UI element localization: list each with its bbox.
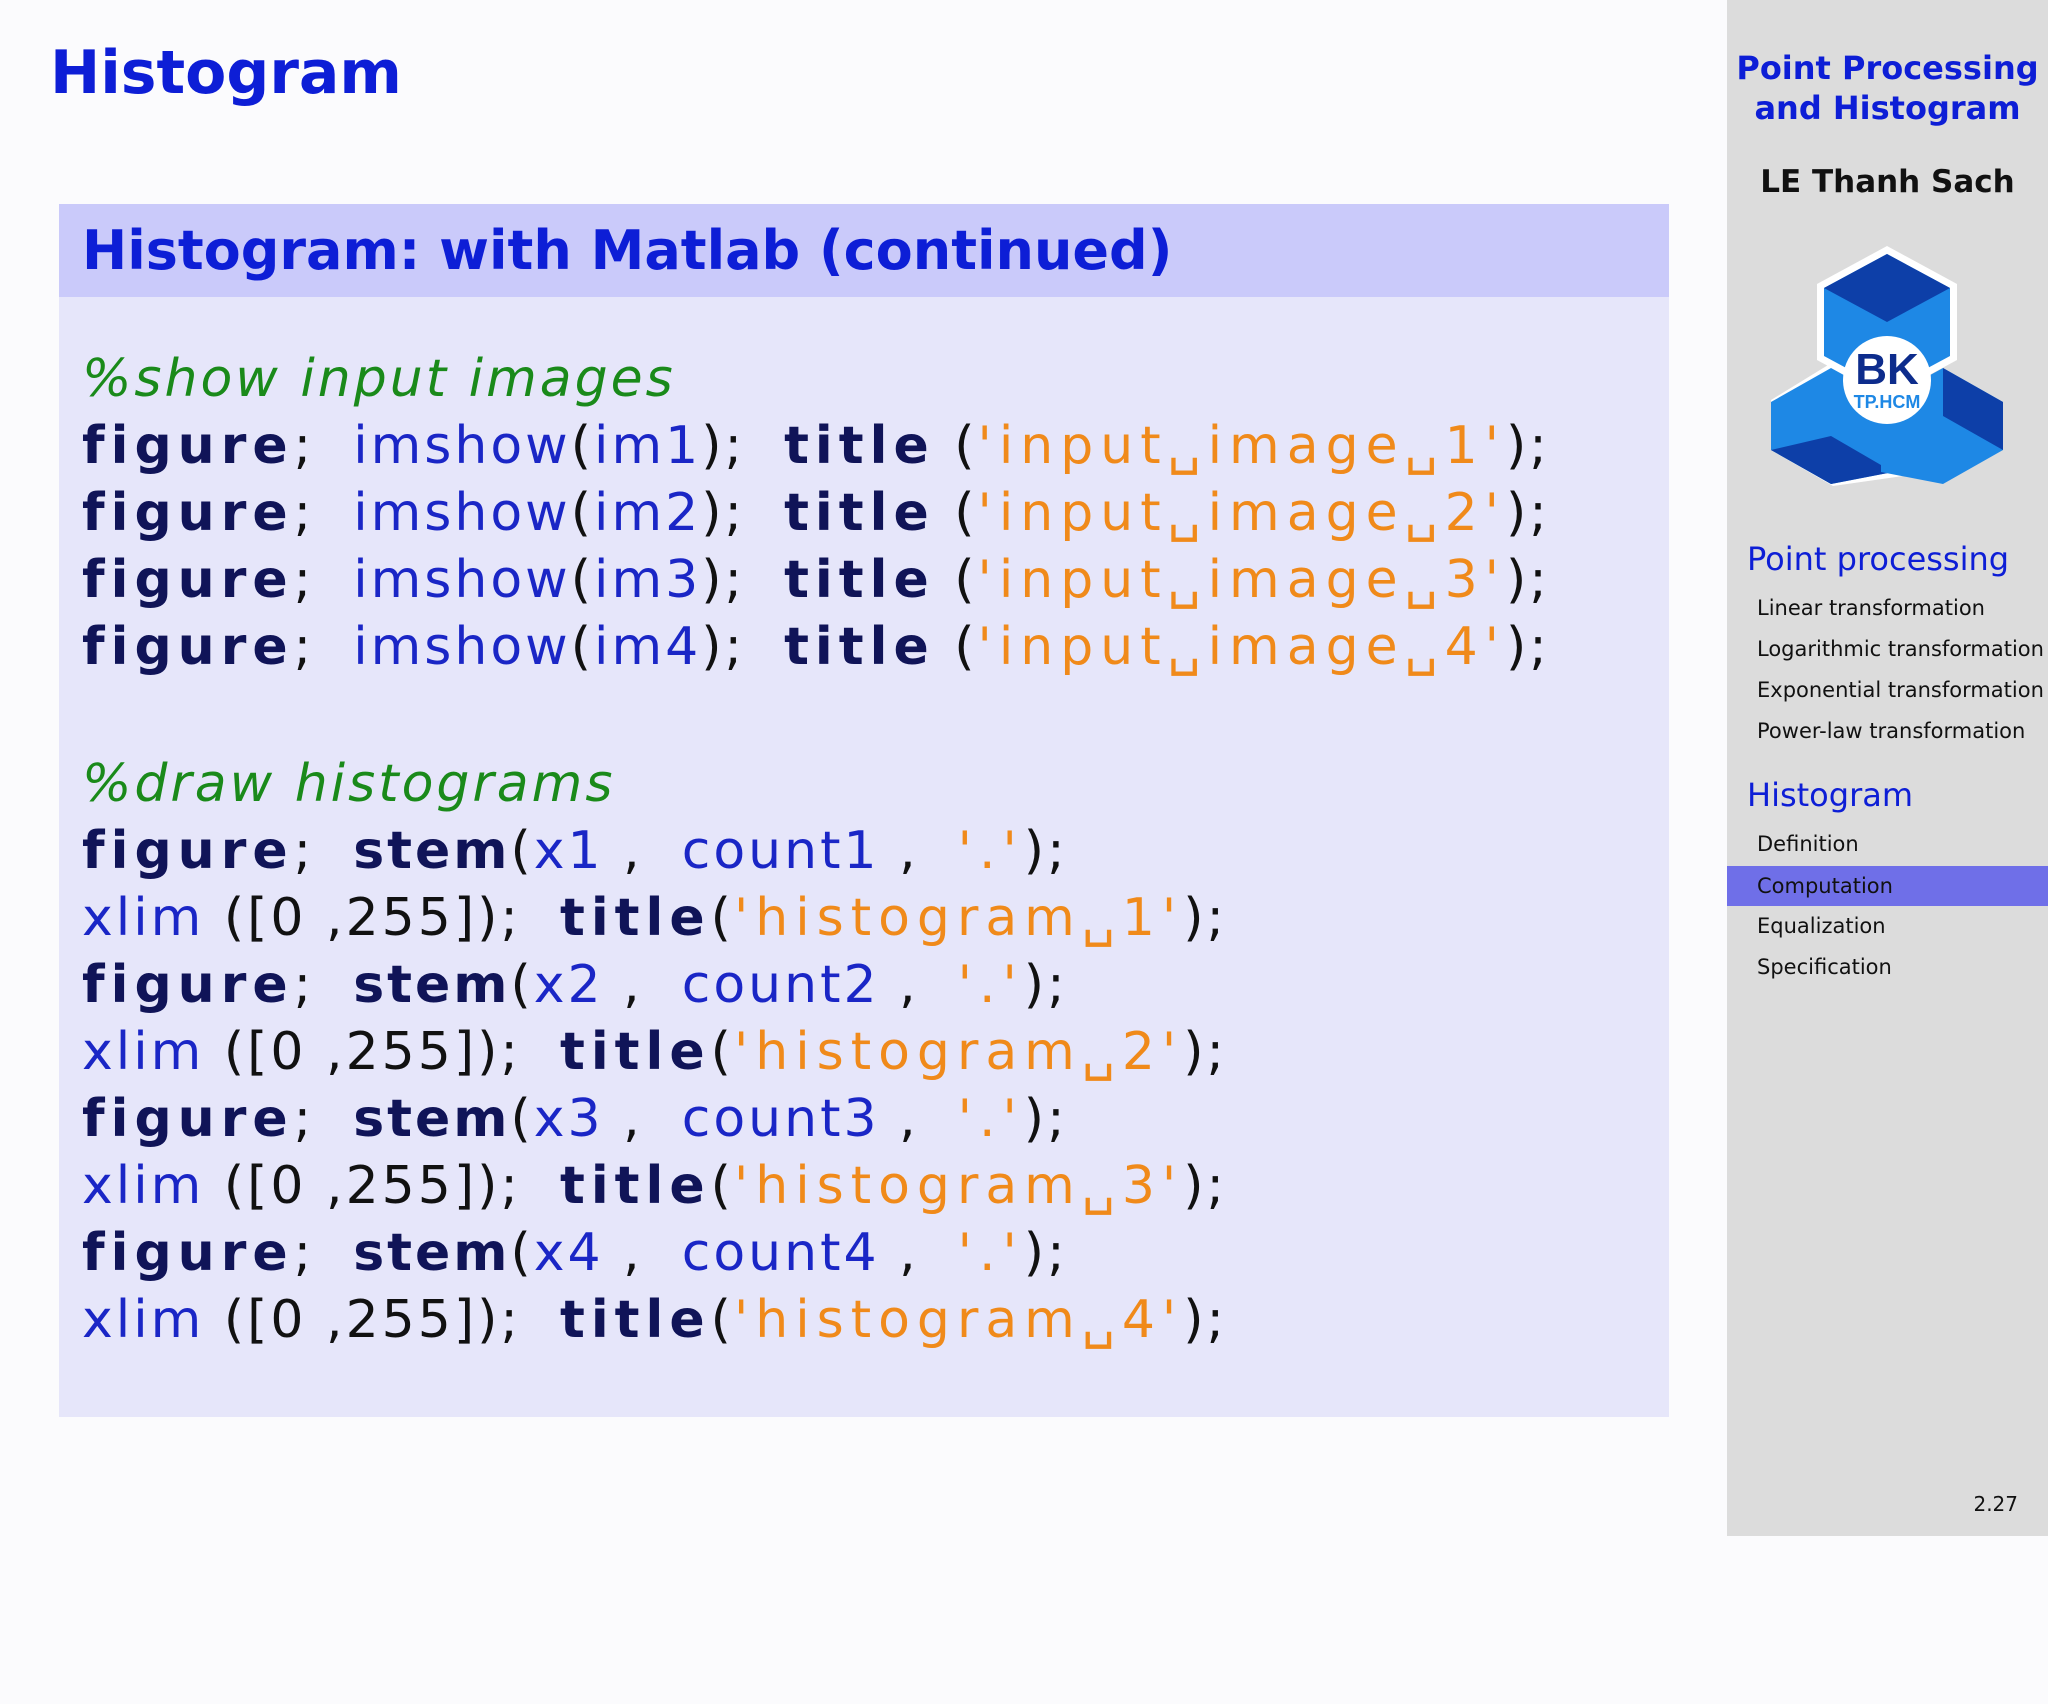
code-keyword: title [560, 1290, 711, 1350]
code-arg: x2 [533, 955, 604, 1015]
code-arg: x3 [533, 1089, 604, 1149]
code-function: imshow [353, 550, 571, 610]
sidebar-section-histogram[interactable]: Histogram [1747, 776, 1913, 814]
code-keyword: title [784, 416, 935, 476]
logo-text: BK [1855, 345, 1919, 394]
code-function: xlim [82, 1290, 205, 1350]
code-line: xlim ([0 ,255]); title('histogram␣1'); [82, 888, 1228, 948]
code-string: 'input␣image␣2' [977, 483, 1506, 543]
code-arg: count4 [681, 1223, 880, 1283]
code-keyword: figure [82, 617, 294, 677]
code-keyword: title [560, 1022, 711, 1082]
university-logo: BK TP.HCM [1771, 246, 2003, 486]
code-string: '.' [957, 1089, 1024, 1149]
code-keyword: figure [82, 550, 294, 610]
slide-title: Histogram [50, 38, 402, 108]
code-function: xlim [82, 1156, 205, 1216]
sidebar-title[interactable]: Point Processing and Histogram [1727, 48, 2048, 128]
code-keyword: figure [82, 821, 294, 881]
code-keyword: title [784, 550, 935, 610]
code-range: ([0 ,255]) [223, 888, 501, 948]
logo-subtext: TP.HCM [1854, 392, 1921, 412]
code-string: 'input␣image␣4' [977, 617, 1506, 677]
code-arg: im1 [594, 416, 702, 476]
code-range: ([0 ,255]) [223, 1022, 501, 1082]
code-punct: ; [293, 617, 315, 677]
code-keyword: figure [82, 483, 294, 543]
code-string: 'histogram␣4' [733, 1290, 1184, 1350]
sidebar-title-line1: Point Processing [1736, 49, 2039, 87]
code-string: '.' [957, 821, 1024, 881]
code-arg: count2 [681, 955, 880, 1015]
code-line: figure; imshow(im3); title ('input␣image… [82, 550, 1550, 610]
code-keyword: stem [353, 955, 511, 1015]
code-string: 'histogram␣2' [733, 1022, 1184, 1082]
code-line: xlim ([0 ,255]); title('histogram␣3'); [82, 1156, 1228, 1216]
code-arg: im2 [594, 483, 702, 543]
code-keyword: stem [353, 1089, 511, 1149]
code-keyword: stem [353, 1223, 511, 1283]
code-punct: ; [293, 483, 315, 543]
code-string: 'histogram␣3' [733, 1156, 1184, 1216]
code-string: '.' [957, 955, 1024, 1015]
sidebar-title-line2: and Histogram [1754, 89, 2021, 127]
code-line: figure; imshow(im1); title ('input␣image… [82, 416, 1550, 476]
sidebar-item-equalization[interactable]: Equalization [1757, 914, 1886, 938]
code-function: imshow [353, 483, 571, 543]
code-punct: ; [293, 550, 315, 610]
sidebar-item-specification[interactable]: Specification [1757, 955, 1892, 979]
code-string: '.' [957, 1223, 1024, 1283]
code-function: imshow [353, 416, 571, 476]
page-number: 2.27 [1973, 1492, 2018, 1516]
code-keyword: figure [82, 1089, 294, 1149]
code-line: xlim ([0 ,255]); title('histogram␣2'); [82, 1022, 1228, 1082]
code-line: figure; stem(x1 , count1 , '.'); [82, 821, 1068, 881]
code-arg: count3 [681, 1089, 880, 1149]
sidebar-item-logarithmic[interactable]: Logarithmic transformation [1757, 637, 2044, 661]
code-keyword: stem [353, 821, 511, 881]
code-arg: im4 [594, 617, 702, 677]
code-listing: %show input images figure; imshow(im1); … [59, 204, 1547, 1704]
code-function: imshow [353, 617, 571, 677]
code-punct: ; [293, 416, 315, 476]
code-keyword: title [784, 617, 935, 677]
sidebar-item-exponential[interactable]: Exponential transformation [1757, 678, 2044, 702]
code-string: 'input␣image␣1' [977, 416, 1506, 476]
code-string: 'histogram␣1' [733, 888, 1184, 948]
code-keyword: figure [82, 416, 294, 476]
code-arg: x1 [533, 821, 604, 881]
code-line: xlim ([0 ,255]); title('histogram␣4'); [82, 1290, 1228, 1350]
sidebar-author: LE Thanh Sach [1760, 164, 2015, 200]
code-arg: x4 [533, 1223, 604, 1283]
code-line: figure; imshow(im4); title ('input␣image… [82, 617, 1550, 677]
code-keyword: figure [82, 1223, 294, 1283]
code-keyword: title [784, 483, 935, 543]
sidebar-item-definition[interactable]: Definition [1757, 832, 1859, 856]
sidebar-item-linear[interactable]: Linear transformation [1757, 596, 1985, 620]
code-comment-show: %show input images [82, 349, 676, 409]
code-keyword: title [560, 1156, 711, 1216]
sidebar: Point Processing and Histogram LE Thanh … [1727, 0, 2048, 1536]
code-string: 'input␣image␣3' [977, 550, 1506, 610]
code-keyword: figure [82, 955, 294, 1015]
code-arg: im3 [594, 550, 702, 610]
code-function: xlim [82, 888, 205, 948]
code-line: figure; imshow(im2); title ('input␣image… [82, 483, 1550, 543]
code-range: ([0 ,255]) [223, 1290, 501, 1350]
code-line: figure; stem(x3 , count3 , '.'); [82, 1089, 1068, 1149]
content-block: Histogram: with Matlab (continued) %show… [59, 204, 1669, 1417]
code-range: ([0 ,255]) [223, 1156, 501, 1216]
code-comment-draw: %draw histograms [82, 754, 616, 814]
code-function: xlim [82, 1022, 205, 1082]
code-keyword: title [560, 888, 711, 948]
code-arg: count1 [681, 821, 880, 881]
sidebar-item-computation[interactable]: Computation [1727, 866, 2048, 906]
code-line: figure; stem(x2 , count2 , '.'); [82, 955, 1068, 1015]
sidebar-section-point-processing[interactable]: Point processing [1747, 540, 2009, 578]
sidebar-item-power-law[interactable]: Power-law transformation [1757, 719, 2025, 743]
block-title: Histogram: with Matlab (continued) [59, 204, 1669, 297]
code-line: figure; stem(x4 , count4 , '.'); [82, 1223, 1068, 1283]
